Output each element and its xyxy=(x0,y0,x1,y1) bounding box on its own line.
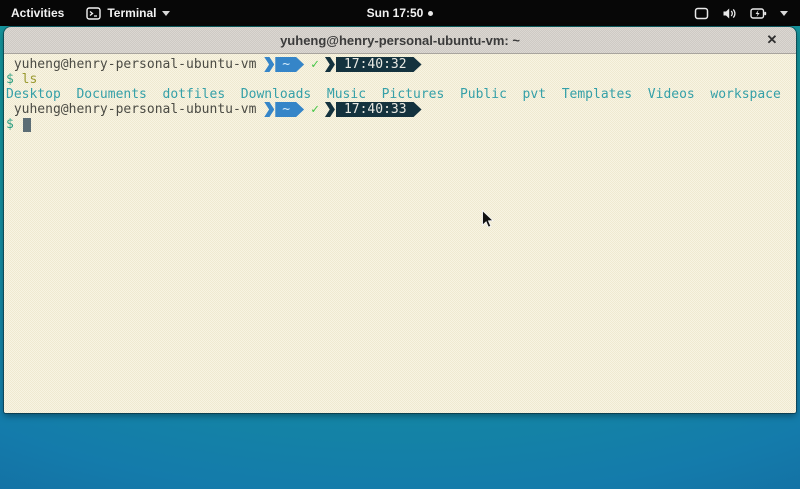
top-bar-left: Activities Terminal xyxy=(0,0,181,26)
prompt-cwd: ~ xyxy=(282,57,290,72)
spacer xyxy=(256,102,264,117)
command-text: ls xyxy=(22,72,38,87)
ls-output-line: Desktop Documents dotfiles Downloads Mus… xyxy=(6,87,794,102)
chevron-down-icon xyxy=(780,11,788,16)
status-check-icon: ✓ xyxy=(311,57,319,72)
directory-listing: Desktop Documents dotfiles Downloads Mus… xyxy=(6,87,781,102)
powerline-chevron-icon xyxy=(264,102,274,117)
prompt-time-segment: 17:40:33 xyxy=(336,102,422,117)
window-titlebar[interactable]: yuheng@henry-personal-ubuntu-vm: ~ ✕ xyxy=(4,27,796,54)
prompt-time-segment: 17:40:32 xyxy=(336,57,422,72)
top-bar: Activities Terminal Sun 17:50 xyxy=(0,0,800,26)
prompt-time: 17:40:33 xyxy=(344,102,407,117)
prompt-line-1: yuheng@henry-personal-ubuntu-vm ~ ✓ 17:4… xyxy=(6,57,794,72)
system-status-area[interactable] xyxy=(682,0,800,26)
window-title: yuheng@henry-personal-ubuntu-vm: ~ xyxy=(280,33,520,48)
command-line: $ ls xyxy=(6,72,794,87)
terminal-block-cursor xyxy=(23,118,31,132)
terminal-window: yuheng@henry-personal-ubuntu-vm: ~ ✕ yuh… xyxy=(4,27,796,413)
prompt-time: 17:40:32 xyxy=(344,57,407,72)
powerline-chevron-icon xyxy=(325,102,335,117)
volume-icon xyxy=(722,7,737,20)
prompt-user-host: yuheng@henry-personal-ubuntu-vm xyxy=(6,57,256,72)
spacer xyxy=(256,57,264,72)
display-icon xyxy=(694,7,709,20)
prompt-symbol: $ xyxy=(6,72,22,87)
input-line: $ xyxy=(6,117,794,132)
terminal-content[interactable]: yuheng@henry-personal-ubuntu-vm ~ ✓ 17:4… xyxy=(4,54,796,413)
app-menu-label: Terminal xyxy=(107,6,156,20)
prompt-cwd-segment: ~ xyxy=(275,57,304,72)
status-check-icon: ✓ xyxy=(311,102,319,117)
chevron-down-icon xyxy=(162,11,170,16)
terminal-app-icon xyxy=(86,7,101,20)
prompt-cwd: ~ xyxy=(282,102,290,117)
close-icon: ✕ xyxy=(767,32,778,48)
prompt-user-host: yuheng@henry-personal-ubuntu-vm xyxy=(6,102,256,117)
activities-label: Activities xyxy=(11,6,64,20)
activities-button[interactable]: Activities xyxy=(0,0,75,26)
clock-label[interactable]: Sun 17:50 xyxy=(367,6,424,20)
prompt-line-2: yuheng@henry-personal-ubuntu-vm ~ ✓ 17:4… xyxy=(6,102,794,117)
battery-charging-icon xyxy=(750,7,767,20)
powerline-chevron-icon xyxy=(325,57,335,72)
prompt-symbol: $ xyxy=(6,117,22,132)
close-button[interactable]: ✕ xyxy=(760,27,784,53)
app-menu-terminal[interactable]: Terminal xyxy=(75,0,181,26)
notification-dot-icon xyxy=(428,11,433,16)
powerline-chevron-icon xyxy=(264,57,274,72)
prompt-cwd-segment: ~ xyxy=(275,102,304,117)
